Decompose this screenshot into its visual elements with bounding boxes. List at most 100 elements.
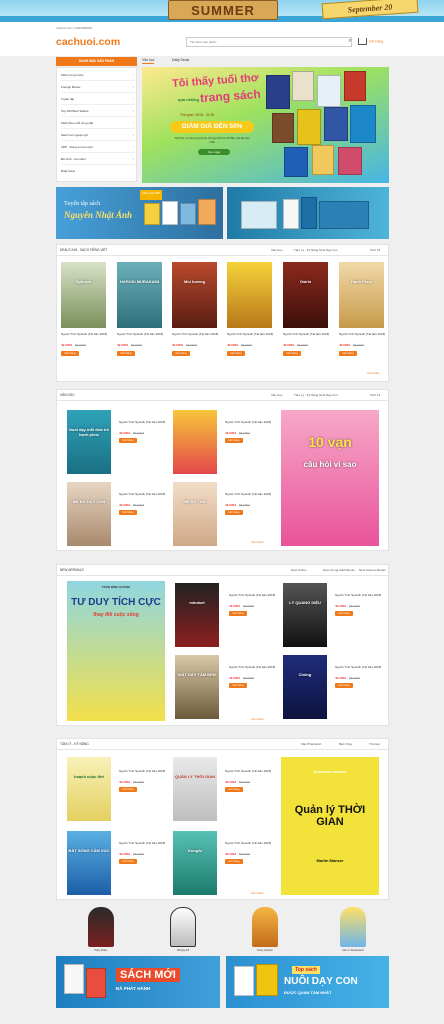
- add-to-cart-button[interactable]: Giỏ hàng: [117, 351, 135, 356]
- book-cover[interactable]: Nuôi dạy mỗi đứa trẻ hạnh phúc: [67, 410, 111, 474]
- hero-banner[interactable]: Tôi thấy tuổi thơ qua những trang sách T…: [142, 67, 389, 183]
- sidebar-item[interactable]: VPP - Dụng cụ học sinh ›: [61, 142, 135, 153]
- book-cover[interactable]: [173, 410, 217, 474]
- site-logo[interactable]: cachuoi.com: [56, 36, 120, 48]
- add-to-cart-button[interactable]: Giỏ hàng: [335, 683, 353, 688]
- sidebar-item[interactable]: Tuyển tập ›: [61, 94, 135, 105]
- add-to-cart-button[interactable]: Giỏ hàng: [225, 438, 243, 443]
- sidebar-item[interactable]: Sách trong nước ›: [61, 70, 135, 81]
- section-tab[interactable]: New Science Books: [359, 568, 386, 572]
- add-to-cart-button[interactable]: Giỏ hàng: [172, 351, 190, 356]
- product-title[interactable]: Người Tình Spoinik (Tái bản 2018): [283, 332, 331, 336]
- section-tab[interactable]: Trả Góp: [369, 742, 380, 746]
- section-tab[interactable]: Văn Học: [271, 393, 283, 397]
- hero-cta-button[interactable]: Xem ngay: [198, 149, 230, 155]
- promo-banner-nguyen-nhat-anh[interactable]: Tuyển tập sách Nguyễn Nhật Ánh Giảm giá …: [56, 187, 223, 239]
- book-cover[interactable]: Spinoza: [61, 262, 106, 328]
- add-to-cart-button[interactable]: Giỏ hàng: [335, 611, 353, 616]
- book-cover[interactable]: Kungfu: [173, 831, 217, 895]
- add-to-cart-button[interactable]: Giỏ hàng: [225, 510, 243, 515]
- product-title[interactable]: Người Tình Spoinik (Tái bản 2018): [335, 665, 385, 669]
- product-title[interactable]: Người Tình Spoinik (Tái bản 2018): [225, 420, 277, 424]
- view-more-link[interactable]: Xem thêm: [367, 371, 380, 375]
- add-to-cart-button[interactable]: Giỏ hàng: [119, 438, 137, 443]
- hero-note: Tuổi thơ, ai cũng từng là bé nhưng tuổi …: [174, 137, 250, 144]
- view-more-link[interactable]: Xem thêm: [251, 891, 264, 895]
- search-input[interactable]: [186, 37, 352, 47]
- product-title[interactable]: Người Tình Spoinik (Tái bản 2018): [225, 492, 277, 496]
- sidebar-item[interactable]: Daily Deal: [61, 166, 135, 177]
- book-cover[interactable]: BẮT SÓNG CẢM XÚC: [67, 831, 111, 895]
- book-cover[interactable]: hoạch cuộc đời: [67, 757, 111, 821]
- add-to-cart-button[interactable]: Giỏ hàng: [119, 787, 137, 792]
- product-title[interactable]: Người Tình Spoinik (Tái bản 2018): [225, 841, 277, 845]
- featured-book-cover[interactable]: TRẦN ĐÌNH HOÀNH TƯ DUY TÍCH CỰC thay đổi…: [67, 581, 165, 721]
- view-more-link[interactable]: Xem thêm: [251, 540, 264, 544]
- section-tab[interactable]: Tâm Lý - Kỹ Năng Nuôi Dạy Con: [294, 393, 338, 397]
- add-to-cart-button[interactable]: Giỏ hàng: [283, 351, 301, 356]
- book-cover[interactable]: Mùi hương: [172, 262, 217, 328]
- featured-book-cover[interactable]: 10 vạn câu hỏi vì sao: [281, 410, 379, 546]
- book-cover[interactable]: Osiris: [283, 262, 328, 328]
- banner-new-books[interactable]: SÁCH MỚI ĐÃ PHÁT HÀNH: [56, 956, 220, 1008]
- section-tab[interactable]: Kinh Tế: [370, 248, 380, 252]
- product-title[interactable]: Người Tình Spoinik (Tái bản 2018): [119, 492, 171, 496]
- product-title[interactable]: Người Tình Spoinik (Tái bản 2018): [335, 593, 385, 597]
- add-to-cart-button[interactable]: Giỏ hàng: [225, 787, 243, 792]
- promo-book: [180, 203, 196, 225]
- add-to-cart-button[interactable]: Giỏ hàng: [229, 611, 247, 616]
- add-to-cart-button[interactable]: Giỏ hàng: [119, 859, 137, 864]
- book-cover[interactable]: QUẢN LÝ THỜI GIAN: [173, 757, 217, 821]
- tab-daily-deals[interactable]: Daily Deals: [172, 57, 189, 63]
- add-to-cart-button[interactable]: Giỏ hàng: [229, 683, 247, 688]
- book-cover[interactable]: Hạnh Phúc: [339, 262, 384, 328]
- product-title[interactable]: Người Tình Spoinik (Tái bản 2018): [227, 332, 275, 336]
- section-title: DEALS 24H - SÁCH TIẾNG VIỆT: [60, 248, 108, 252]
- section-tab[interactable]: Bán Chạy: [339, 742, 352, 746]
- tab-van-hoc[interactable]: Văn học: [142, 57, 155, 64]
- book-cover[interactable]: [227, 262, 272, 328]
- section-tab[interactable]: Sắp Phát Hành: [301, 742, 321, 746]
- search-icon[interactable]: ⌕: [346, 37, 354, 47]
- section-tab[interactable]: New Fiction: [291, 568, 307, 572]
- cart-button[interactable]: Giỏ hàng: [358, 38, 383, 45]
- book-cover[interactable]: MẸ ĐÓ DẠY CON: [67, 482, 111, 546]
- featured-book-cover[interactable]: business secrets Quản lý THỜI GIAN Marti…: [281, 757, 379, 895]
- sidebar-item[interactable]: Sách theo chủ cung cấp ›: [61, 118, 135, 129]
- book-cover[interactable]: MẸ ĐÓ THÁI: [173, 482, 217, 546]
- banner-parenting[interactable]: Top sách NUÔI DẠY CON ĐƯỢC QUAN TÂM NHẤT: [226, 956, 389, 1008]
- product-title[interactable]: Người Tình Spoinik (Tái bản 2018): [225, 769, 277, 773]
- product-title[interactable]: Người Tình Spoinik (Tái bản 2018): [61, 332, 109, 336]
- product-price: 49.000đ 55.000đ: [119, 780, 144, 784]
- sidebar-item[interactable]: Đồ chơi - lưu niệm ›: [61, 154, 135, 165]
- book-cover[interactable]: Chống: [283, 655, 327, 719]
- add-to-cart-button[interactable]: Giỏ hàng: [339, 351, 357, 356]
- category-menu-button[interactable]: DANH MỤC SẢN PHẨM: [56, 57, 137, 66]
- section-tab[interactable]: Tâm Lý - Kỹ Năng Nuôi Dạy Con: [294, 248, 338, 252]
- book-cover[interactable]: mindset: [175, 583, 219, 647]
- product-title[interactable]: Người Tình Spoinik (Tái bản 2018): [117, 332, 165, 336]
- add-to-cart-button[interactable]: Giỏ hàng: [61, 351, 79, 356]
- product-title[interactable]: Người Tình Spoinik (Tái bản 2018): [119, 420, 171, 424]
- sidebar-item[interactable]: Foreign Books ›: [61, 82, 135, 93]
- product-title[interactable]: Người Tình Spoinik (Tái bản 2018): [119, 841, 171, 845]
- book-cover[interactable]: HARUKI MURAKAMI: [117, 262, 162, 328]
- add-to-cart-button[interactable]: Giỏ hàng: [227, 351, 245, 356]
- product-title[interactable]: Người Tình Spoinik (Tái bản 2018): [339, 332, 387, 336]
- add-to-cart-button[interactable]: Giỏ hàng: [119, 510, 137, 515]
- sidebar-item[interactable]: Sách học ngoại ngữ ›: [61, 130, 135, 141]
- product-title[interactable]: Người Tình Spoinik (Tái bản 2018): [119, 769, 171, 773]
- section-tab[interactable]: Văn Học: [271, 248, 283, 252]
- add-to-cart-button[interactable]: Giỏ hàng: [225, 859, 243, 864]
- product-title[interactable]: Người Tình Spoinik (Tái bản 2018): [229, 593, 281, 597]
- product-title[interactable]: Người Tình Spoinik (Tái bản 2018): [229, 665, 281, 669]
- view-more-link[interactable]: Xem thêm: [251, 717, 264, 721]
- sidebar-item[interactable]: Top 100 Best Sellers ›: [61, 106, 135, 117]
- promo-banner-bookshelf[interactable]: [227, 187, 389, 239]
- section-tab[interactable]: New Young Adult Books: [323, 568, 355, 572]
- book-cover[interactable]: LÝ QUANG DIỆU: [283, 583, 327, 647]
- section-tab[interactable]: Kinh Tế: [370, 393, 380, 397]
- product-title[interactable]: Người Tình Spoinik (Tái bản 2018): [172, 332, 220, 336]
- product-price: 49.000đ 55.000đ: [61, 343, 86, 347]
- book-cover[interactable]: MẶT DÀY TÂM ĐEN: [175, 655, 219, 719]
